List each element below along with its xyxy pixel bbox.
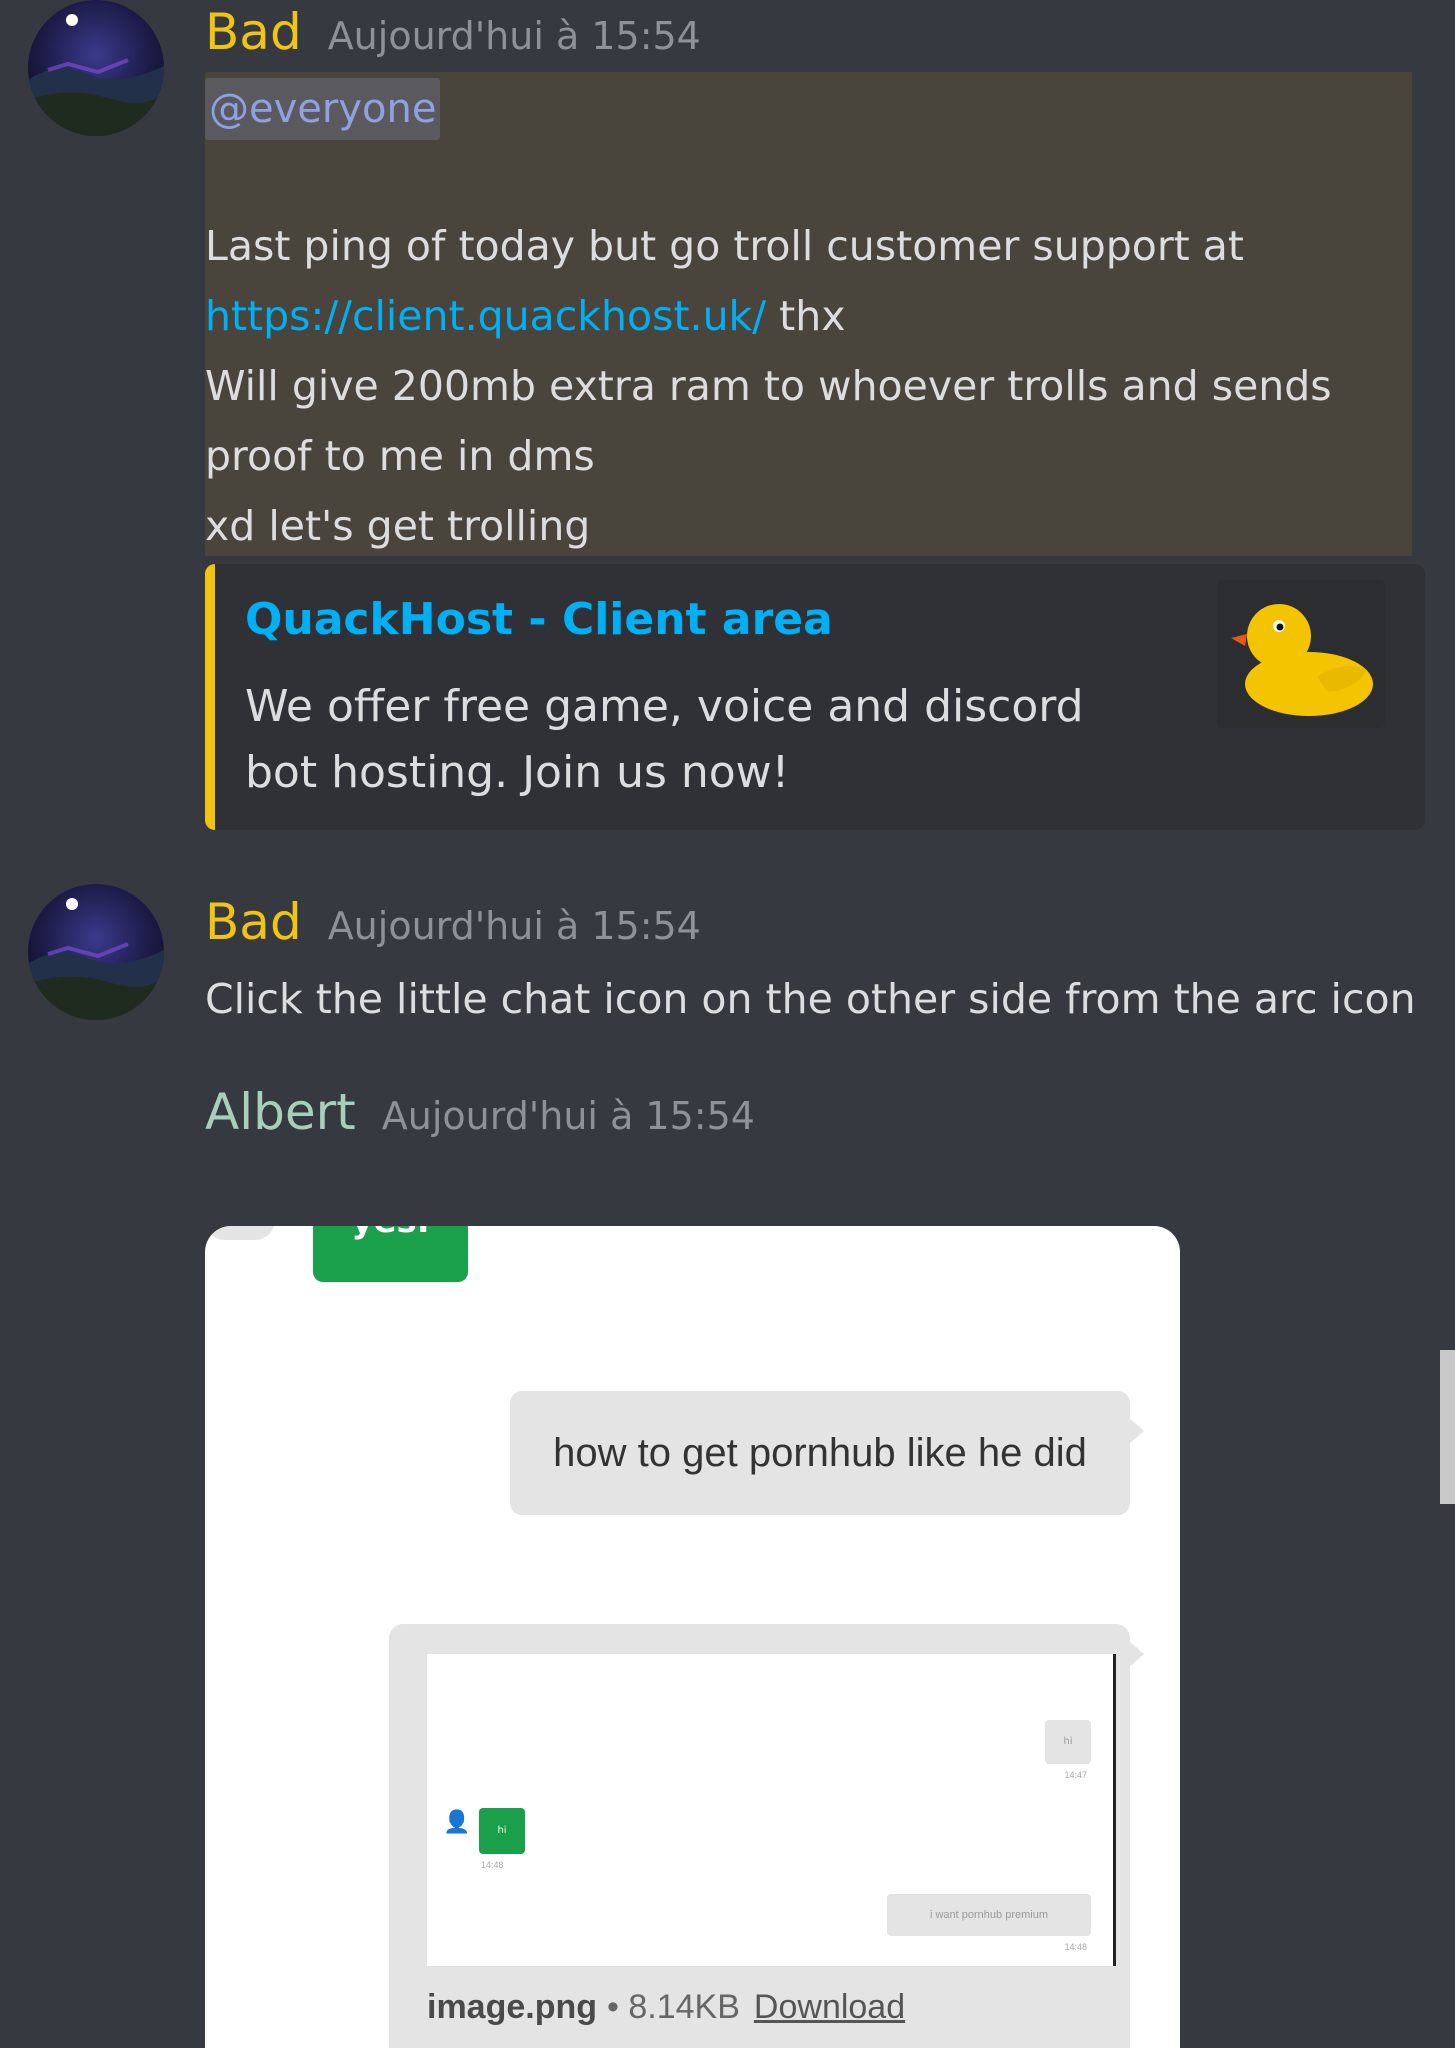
message-text: thx xyxy=(766,292,846,340)
file-size: • 8.14KB xyxy=(607,1988,740,2026)
embed-description: We offer free game, voice and discord bo… xyxy=(245,681,1084,798)
embed-accent-bar xyxy=(205,564,215,830)
message-line: proof to me in dms xyxy=(205,432,595,480)
timestamp: Aujourd'hui à 15:54 xyxy=(327,14,701,58)
mini-bubble-user: hi xyxy=(1045,1720,1091,1764)
mini-timestamp: 14:48 xyxy=(481,1860,504,1870)
embed-title[interactable]: QuackHost - Client area xyxy=(245,594,833,645)
chat-bubble-attachment: hi 14:47 👤 hi 14:48 i want pornhub premi… xyxy=(389,1624,1144,2048)
avatar[interactable] xyxy=(28,884,164,1020)
rubber-duck-icon xyxy=(1231,604,1373,716)
chat-bubble-user: how to get pornhub like he did xyxy=(510,1391,1144,1515)
bubble-fragment xyxy=(205,1226,275,1240)
file-info: image.png • 8.14KB Download xyxy=(427,1988,905,2027)
message-line: Will give 200mb extra ram to whoever tro… xyxy=(205,362,1332,410)
message-line: Last ping of today but go troll customer… xyxy=(205,222,1244,270)
scrollbar-thumb[interactable] xyxy=(1440,1350,1455,1504)
link-embed: QuackHost - Client area We offer free ga… xyxy=(205,564,1425,830)
mini-timestamp: 14:47 xyxy=(1064,1770,1087,1780)
mini-timestamp: 14:48 xyxy=(1064,1942,1087,1952)
mini-bubble-agent: hi xyxy=(479,1808,525,1854)
message-line: https://client.quackhost.uk/ thx xyxy=(205,281,845,351)
url-link[interactable]: https://client.quackhost.uk/ xyxy=(205,292,766,340)
message-header: Albert Aujourd'hui à 15:54 xyxy=(205,1082,755,1142)
chat-bubble-agent: yes. xyxy=(313,1226,468,1282)
night-sky-avatar-icon xyxy=(28,884,164,1020)
night-sky-avatar-icon xyxy=(28,0,164,136)
author-name[interactable]: Albert xyxy=(205,1082,356,1142)
author-name[interactable]: Bad xyxy=(205,2,302,62)
file-name: image.png xyxy=(427,1988,598,2026)
message-header: Bad Aujourd'hui à 15:54 xyxy=(205,892,701,952)
mini-bubble-user: i want pornhub premium xyxy=(887,1894,1091,1936)
author-name[interactable]: Bad xyxy=(205,892,302,952)
download-link[interactable]: Download xyxy=(754,1988,905,2026)
timestamp: Aujourd'hui à 15:54 xyxy=(381,1094,755,1138)
everyone-mention[interactable]: @everyone xyxy=(205,78,441,140)
timestamp: Aujourd'hui à 15:54 xyxy=(327,904,701,948)
image-attachment[interactable]: yes. how to get pornhub like he did hi 1… xyxy=(205,1226,1180,2048)
avatar[interactable] xyxy=(28,0,164,136)
nested-screenshot: hi 14:47 👤 hi 14:48 i want pornhub premi… xyxy=(427,1654,1116,1966)
message-line: Click the little chat icon on the other … xyxy=(205,975,1416,1023)
message-line: xd let's get trolling xyxy=(205,502,591,550)
message-header: Bad Aujourd'hui à 15:54 xyxy=(205,2,701,62)
embed-thumbnail[interactable] xyxy=(1217,580,1385,728)
chat-view: Bad Aujourd'hui à 15:54 @everyone Last p… xyxy=(0,0,1455,2048)
person-icon: 👤 xyxy=(443,1810,471,1835)
